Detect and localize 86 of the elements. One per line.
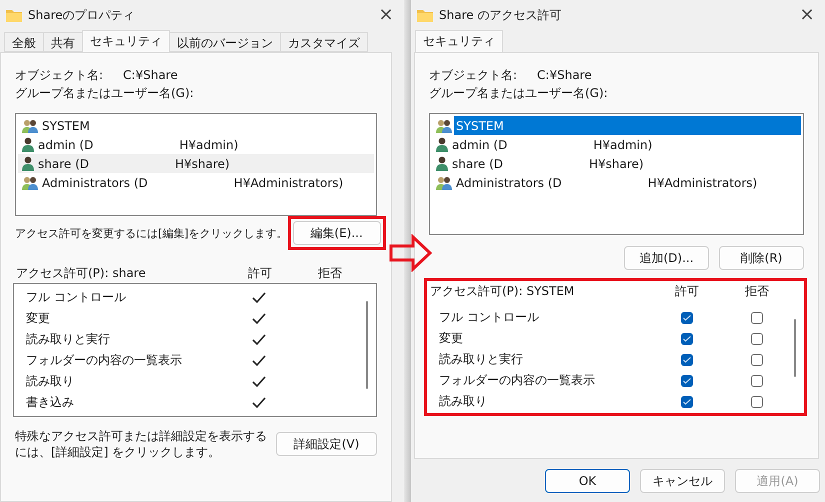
user-name: H¥Administrators) xyxy=(234,176,344,190)
tab[interactable]: 全般 xyxy=(4,32,44,52)
object-path: C:¥Share xyxy=(537,68,592,82)
allow-header: 許可 xyxy=(248,264,272,282)
user-name: SYSTEM xyxy=(456,118,504,132)
checkbox[interactable] xyxy=(681,354,693,366)
object-path: C:¥Share xyxy=(123,68,178,82)
permission-name: 読み取りと実行 xyxy=(26,331,111,348)
checkbox[interactable] xyxy=(751,354,763,366)
edit-hint: アクセス許可を変更するには[編集]をクリックします。 xyxy=(15,226,288,240)
permissions-label: アクセス許可(P): SYSTEM xyxy=(430,282,576,300)
user-list-item[interactable]: admin (D H¥admin) xyxy=(432,135,801,154)
user-name: admin (D xyxy=(452,138,508,152)
deny-header: 拒否 xyxy=(318,264,342,282)
dialog-button[interactable]: OK xyxy=(545,469,630,493)
user-icon xyxy=(22,156,34,171)
user-name: H¥admin) xyxy=(593,138,652,152)
permission-name: 変更 xyxy=(439,330,464,347)
user-list-item[interactable]: SYSTEM xyxy=(18,116,374,135)
folder-icon xyxy=(6,8,22,22)
advanced-button[interactable]: 詳細設定(V) xyxy=(276,432,377,456)
user-name: H¥share) xyxy=(175,156,230,170)
folder-icon xyxy=(417,8,433,22)
scrollbar[interactable] xyxy=(366,301,368,389)
close-icon[interactable]: × xyxy=(376,6,396,24)
users-icon xyxy=(22,118,38,132)
checkbox[interactable] xyxy=(681,396,693,408)
checkbox[interactable] xyxy=(751,332,763,344)
checkbox[interactable] xyxy=(751,396,763,408)
user-name: share (D xyxy=(452,156,503,170)
deny-header: 拒否 xyxy=(745,282,769,300)
permission-name: 読み取り xyxy=(26,373,75,390)
permission-name: フル コントロール xyxy=(26,289,127,306)
remove-button[interactable]: 削除(R) xyxy=(719,246,804,270)
edit-button[interactable]: 編集(E)... xyxy=(292,221,381,245)
permission-name: 読み取りと実行 xyxy=(439,351,524,368)
user-list-item[interactable]: Administrators (D H¥Administrators) xyxy=(432,173,801,192)
add-button[interactable]: 追加(D)... xyxy=(624,246,709,270)
user-name: SYSTEM xyxy=(42,118,90,132)
user-icon xyxy=(436,156,448,171)
users-icon xyxy=(436,118,452,132)
user-list-item[interactable]: share (D H¥share) xyxy=(432,154,801,173)
permission-name: 変更 xyxy=(26,310,51,327)
user-name: Administrators (D xyxy=(456,176,562,190)
tab[interactable]: セキュリティ xyxy=(415,30,503,52)
object-label: オブジェクト名: xyxy=(429,66,518,84)
user-list-item[interactable]: share (D H¥share) xyxy=(18,154,374,173)
checkbox[interactable] xyxy=(751,374,763,386)
permission-name: 読み取り xyxy=(439,393,488,410)
checkbox[interactable] xyxy=(751,312,763,324)
group-label: グループ名またはユーザー名(G): xyxy=(15,84,194,102)
allow-header: 許可 xyxy=(675,282,699,300)
advanced-hint: 特殊なアクセス許可または詳細設定を表示する xyxy=(15,428,267,444)
object-label: オブジェクト名: xyxy=(15,66,104,84)
permission-name: フル コントロール xyxy=(439,309,540,326)
tab[interactable]: セキュリティ xyxy=(82,30,170,52)
users-icon xyxy=(22,176,38,190)
checkbox[interactable] xyxy=(681,374,693,386)
user-icon xyxy=(22,137,34,152)
dialog-button[interactable]: キャンセル xyxy=(640,469,725,493)
advanced-hint: には、[詳細設定] をクリックします。 xyxy=(15,444,222,460)
user-name: H¥Administrators) xyxy=(648,176,758,190)
user-name: H¥admin) xyxy=(179,138,238,152)
permission-name: フォルダーの内容の一覧表示 xyxy=(26,352,183,369)
permission-name: フォルダーの内容の一覧表示 xyxy=(439,372,596,389)
permission-name: 書き込み xyxy=(26,394,75,411)
user-name: Administrators (D xyxy=(42,176,148,190)
scrollbar[interactable] xyxy=(794,319,796,377)
permissions-label: アクセス許可(P): share xyxy=(16,264,147,282)
checkbox[interactable] xyxy=(681,332,693,344)
tab[interactable]: カスタマイズ xyxy=(280,32,368,52)
checkbox[interactable] xyxy=(681,312,693,324)
user-list-item[interactable]: Administrators (D H¥Administrators) xyxy=(18,173,374,192)
window-title: Share のアクセス許可 xyxy=(439,6,562,24)
user-icon xyxy=(436,137,448,152)
tab[interactable]: 以前のバージョン xyxy=(169,32,281,52)
user-name: share (D xyxy=(38,156,89,170)
tab[interactable]: 共有 xyxy=(43,32,83,52)
users-icon xyxy=(436,176,452,190)
user-name: H¥share) xyxy=(589,156,644,170)
window-title: Shareのプロパティ xyxy=(28,6,136,24)
close-icon[interactable]: × xyxy=(797,6,817,24)
group-label: グループ名またはユーザー名(G): xyxy=(429,84,608,102)
user-name: admin (D xyxy=(38,138,94,152)
arrow-drawing xyxy=(389,234,433,272)
user-list-item[interactable]: admin (D H¥admin) xyxy=(18,135,374,154)
